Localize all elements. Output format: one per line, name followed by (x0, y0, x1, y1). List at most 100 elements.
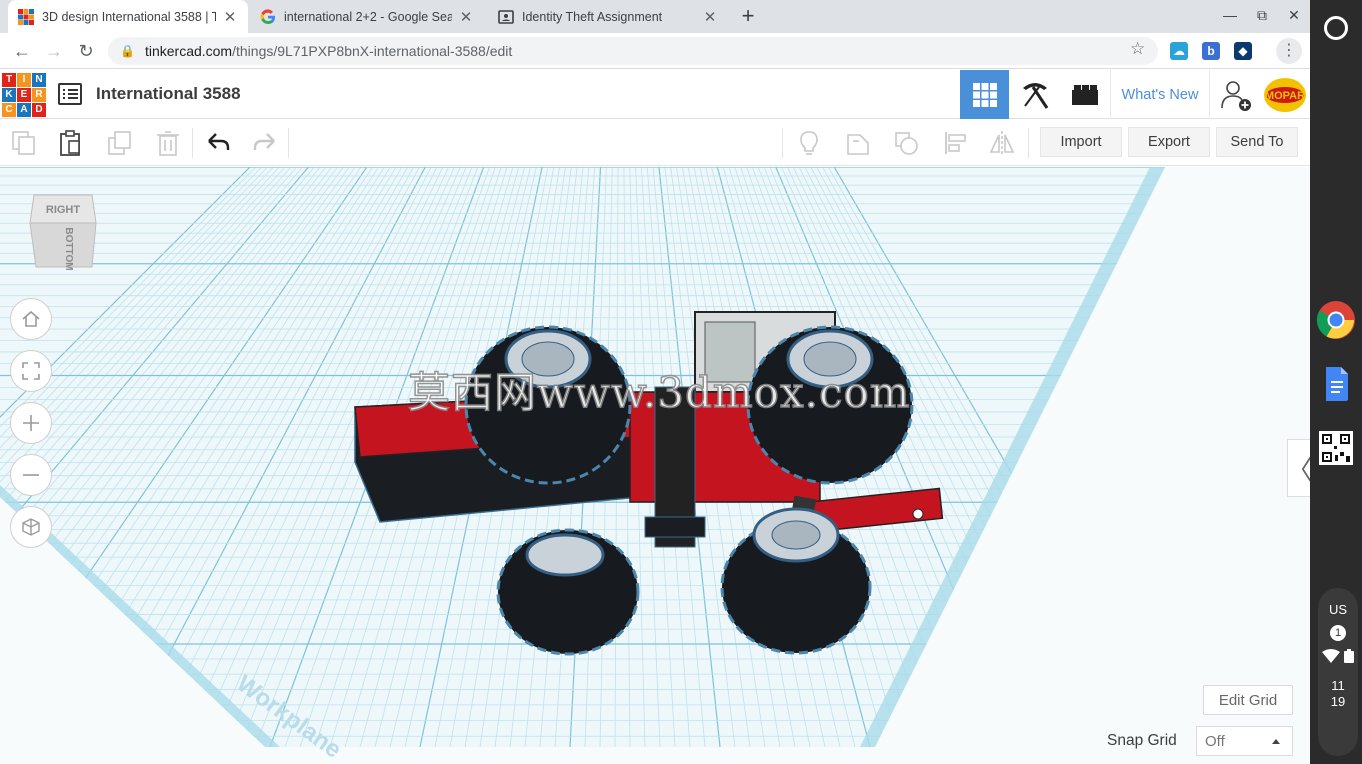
paste-icon[interactable] (58, 130, 84, 156)
cloud-extension-icon[interactable]: ☁ (1170, 42, 1188, 60)
group-icon[interactable] (845, 130, 871, 156)
qr-code-icon[interactable] (1316, 428, 1356, 468)
clock-minute: 19 (1330, 694, 1346, 709)
import-button[interactable]: Import (1040, 127, 1122, 157)
fit-icon (22, 362, 40, 380)
tinkercad-favicon-icon (18, 8, 34, 25)
logo-letter: K (2, 88, 16, 102)
wifi-icon (1322, 649, 1341, 663)
bookmark-star-icon[interactable]: ☆ (1130, 39, 1145, 59)
redo-icon[interactable] (252, 130, 278, 156)
classroom-favicon-icon (498, 9, 514, 24)
add-user-button[interactable] (1212, 70, 1260, 119)
back-icon[interactable]: ← (10, 39, 34, 63)
screen: { "browser": { "tabs": [ {"title": "3D d… (0, 0, 1362, 764)
avatar[interactable]: MOPAR (1261, 70, 1309, 119)
logo-letter: A (17, 103, 31, 117)
google-docs-icon[interactable] (1316, 364, 1356, 404)
tinkercad-logo[interactable]: T I N K E R C A D (2, 73, 46, 117)
close-tab-icon[interactable]: ✕ (458, 8, 474, 26)
viewcube-top-label: RIGHT (46, 204, 81, 216)
clock-hour: 11 (1331, 678, 1345, 693)
shapes-panel-toggle[interactable]: 〈 (1287, 439, 1310, 497)
logo-letter: N (32, 73, 46, 87)
google-favicon-icon (260, 8, 275, 24)
tractor-model[interactable] (340, 297, 960, 657)
send-to-button[interactable]: Send To (1216, 127, 1298, 157)
delete-icon[interactable] (155, 130, 181, 156)
brick-icon (1071, 84, 1098, 105)
minus-icon (23, 474, 39, 476)
restore-icon[interactable]: ⧉ (1252, 7, 1272, 24)
whats-new-link[interactable]: What's New (1110, 70, 1210, 119)
blocks-mode-button[interactable] (1010, 70, 1059, 119)
fit-view-button[interactable] (10, 350, 52, 392)
design-title[interactable]: International 3588 (96, 84, 241, 104)
svg-text:MOPAR: MOPAR (1265, 90, 1305, 102)
reload-icon[interactable]: ↻ (74, 39, 98, 63)
b-extension-icon[interactable]: b (1202, 42, 1220, 60)
notification-count-badge: 1 (1330, 625, 1346, 641)
add-user-icon (1221, 80, 1251, 111)
home-icon (22, 310, 40, 327)
url-input[interactable]: 🔒 tinkercad.com/things/9L71PXP8bnX-inter… (108, 37, 1158, 65)
caret-up-icon (1272, 739, 1280, 744)
logo-letter: I (17, 73, 31, 87)
launcher-icon[interactable] (1324, 16, 1348, 40)
undo-icon[interactable] (205, 130, 231, 156)
copy-icon[interactable] (11, 130, 37, 156)
chevron-left-icon: 〈 (1286, 454, 1311, 485)
system-tray[interactable]: US 1 11 19 (1318, 588, 1358, 756)
browser-address-bar: ← → ↻ 🔒 tinkercad.com/things/9L71PXP8bnX… (0, 33, 1310, 69)
perspective-button[interactable] (10, 506, 52, 548)
tab-identity-theft[interactable]: Identity Theft Assignment ✕ (488, 0, 728, 33)
shield-extension-icon[interactable]: ◆ (1234, 42, 1252, 60)
wheel-rear-right (720, 507, 872, 655)
lightbulb-icon[interactable] (796, 130, 822, 156)
design-menu-icon[interactable] (58, 83, 82, 105)
url-host: tinkercad.com (144, 43, 233, 59)
keyboard-locale: US (1328, 602, 1348, 617)
tab-google-search[interactable]: international 2+2 - Google Searc ✕ (250, 0, 484, 33)
bricks-mode-button[interactable] (1060, 70, 1109, 119)
grid-icon (972, 82, 997, 107)
wheel-rear-left (496, 528, 640, 656)
snap-grid-select[interactable]: Off (1196, 726, 1293, 756)
duplicate-icon[interactable] (107, 130, 133, 156)
browser-menu-icon[interactable]: ⋮ (1276, 38, 1302, 64)
viewcube-front-label: BOTTOM (63, 227, 74, 270)
ungroup-icon[interactable] (893, 130, 919, 156)
plus-icon (23, 415, 39, 431)
view-cube[interactable]: RIGHT BOTTOM (28, 193, 98, 271)
align-icon[interactable] (943, 130, 969, 156)
3d-design-view-button[interactable] (960, 70, 1009, 119)
zoom-in-button[interactable] (10, 402, 52, 444)
close-tab-icon[interactable]: ✕ (222, 8, 238, 26)
snap-grid-value: Off (1205, 732, 1225, 750)
minimize-icon[interactable]: — (1220, 7, 1240, 23)
mirror-icon[interactable] (989, 130, 1015, 156)
tab-tinkercad[interactable]: 3D design International 3588 | T ✕ (8, 0, 248, 33)
new-tab-button[interactable]: + (736, 4, 760, 28)
battery-icon (1343, 649, 1354, 663)
url-path: /things/9L71PXP8bnX-international-3588/e… (232, 43, 513, 59)
mopar-avatar-icon: MOPAR (1264, 77, 1306, 112)
logo-letter: D (32, 103, 46, 117)
edit-toolbar: Import Export Send To (0, 120, 1310, 166)
zoom-out-button[interactable] (10, 454, 52, 496)
forward-icon[interactable]: → (42, 39, 66, 63)
snap-grid-label: Snap Grid (1107, 732, 1177, 749)
logo-letter: R (32, 88, 46, 102)
close-window-icon[interactable]: ✕ (1284, 7, 1304, 24)
chrome-icon[interactable] (1316, 300, 1356, 340)
3d-viewport[interactable]: Workplane 莫西网www.3dmox.com RIGHT BOTTOM … (0, 167, 1310, 764)
toolbar-divider (288, 128, 289, 158)
logo-letter: E (17, 88, 31, 102)
close-tab-icon[interactable]: ✕ (702, 8, 718, 26)
edit-grid-button[interactable]: Edit Grid (1203, 685, 1293, 715)
home-view-button[interactable] (10, 298, 52, 340)
export-button[interactable]: Export (1128, 127, 1210, 157)
browser-tab-strip: 3D design International 3588 | T ✕ inter… (0, 0, 1310, 33)
tab-title: international 2+2 - Google Searc (284, 9, 452, 24)
os-shelf: US 1 11 19 (1310, 0, 1362, 764)
